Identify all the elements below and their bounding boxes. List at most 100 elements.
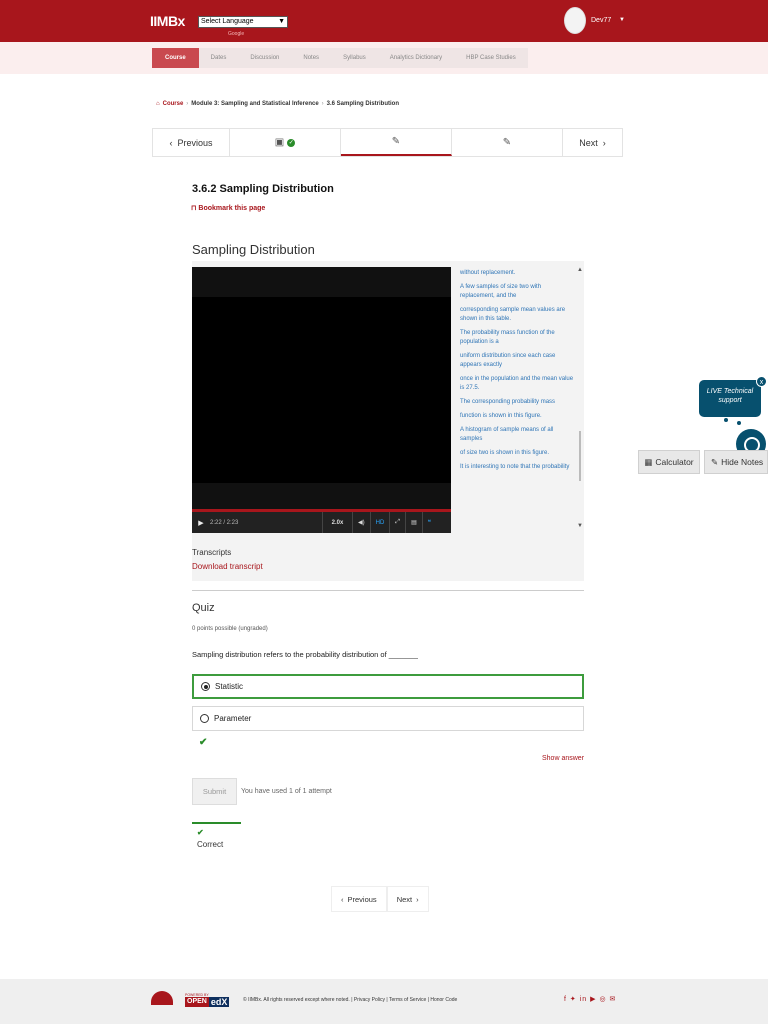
youtube-icon[interactable]: ▶ bbox=[590, 996, 596, 1003]
transcript-line[interactable]: of size two is shown in this figure. bbox=[456, 449, 576, 458]
tab-syllabus[interactable]: Syllabus bbox=[331, 48, 378, 68]
linkedin-icon[interactable]: in bbox=[580, 996, 587, 1003]
option-label: Statistic bbox=[215, 682, 244, 691]
course-nav-bar: Course Dates Discussion Notes Syllabus A… bbox=[0, 42, 768, 74]
chevron-right-icon: › bbox=[602, 137, 606, 148]
chevron-up-icon[interactable]: ▲ bbox=[577, 267, 583, 273]
calculator-label: Calculator bbox=[655, 457, 694, 467]
open-edx-mark: OPEN edX bbox=[185, 997, 230, 1007]
privacy-policy-link[interactable]: Privacy Policy bbox=[354, 997, 385, 1003]
section-divider bbox=[192, 590, 584, 591]
show-answer-link[interactable]: Show answer bbox=[542, 755, 584, 762]
user-menu-caret-icon[interactable]: ▼ bbox=[619, 17, 625, 23]
tab-dates[interactable]: Dates bbox=[199, 48, 239, 68]
speed-label: 2.0x bbox=[331, 519, 344, 526]
transcript-toggle-icon[interactable]: ❝ bbox=[421, 512, 436, 533]
sequence-unit-problem[interactable]: ✎ bbox=[452, 129, 563, 156]
transcript-list[interactable]: without replacement. A few samples of si… bbox=[456, 261, 576, 533]
quiz-option-parameter[interactable]: Parameter bbox=[192, 706, 584, 731]
tab-analytics-dictionary[interactable]: Analytics Dictionary bbox=[378, 48, 454, 68]
radio-selected[interactable] bbox=[201, 682, 210, 691]
user-avatar[interactable] bbox=[564, 7, 586, 34]
social-links: f ✦ in ▶ ◎ ✉ bbox=[564, 995, 616, 1003]
transcript-line[interactable]: It is interesting to note that the proba… bbox=[456, 463, 576, 472]
submit-button[interactable]: Submit bbox=[192, 778, 237, 805]
bookmark-link[interactable]: ⊓ Bookmark this page bbox=[191, 204, 265, 212]
video-player[interactable]: ▶ 2:22 / 2:23 2.0x ◀) HD ⤢ ▤ ❝ bbox=[192, 267, 451, 533]
sequence-unit-problem-active[interactable]: ✎ bbox=[341, 129, 452, 156]
terms-link[interactable]: Terms of Service bbox=[389, 997, 426, 1003]
correct-check-icon: ✔ bbox=[197, 828, 204, 837]
breadcrumb-separator: › bbox=[321, 101, 324, 107]
home-icon[interactable]: ⌂ bbox=[156, 101, 160, 107]
status-bar bbox=[192, 822, 241, 824]
sequence-unit-video[interactable]: ▣ ✓ bbox=[230, 129, 341, 156]
sequence-previous-button[interactable]: ‹ Previous bbox=[153, 129, 230, 156]
completed-check-icon: ✓ bbox=[287, 138, 296, 147]
pencil-icon: ✎ bbox=[711, 456, 719, 467]
transcript-line[interactable]: A histogram of sample means of all sampl… bbox=[456, 426, 576, 444]
username[interactable]: Dev77 bbox=[591, 17, 611, 24]
transcript-line[interactable]: The probability mass function of the pop… bbox=[456, 329, 576, 347]
instagram-icon[interactable]: ◎ bbox=[599, 996, 606, 1003]
tab-course[interactable]: Course bbox=[152, 48, 199, 68]
breadcrumb-course[interactable]: Course bbox=[163, 101, 184, 107]
email-icon[interactable]: ✉ bbox=[610, 996, 617, 1003]
transcript-line[interactable]: The corresponding probability mass bbox=[456, 398, 576, 407]
volume-icon[interactable]: ◀) bbox=[352, 512, 370, 533]
bottom-previous-label: Previous bbox=[347, 894, 377, 904]
play-icon[interactable]: ▶ bbox=[192, 519, 210, 527]
course-tabs: Course Dates Discussion Notes Syllabus A… bbox=[152, 48, 528, 68]
edit-icon: ✎ bbox=[391, 136, 401, 147]
language-select-value: Select Language bbox=[201, 18, 254, 25]
attempts-text: You have used 1 of 1 attempt bbox=[241, 788, 332, 795]
facebook-icon[interactable]: f bbox=[564, 996, 567, 1003]
quiz-question: Sampling distribution refers to the prob… bbox=[192, 650, 418, 659]
sequence-next-button[interactable]: Next › bbox=[563, 129, 622, 156]
live-support-bubble[interactable]: LIVE Technical support bbox=[699, 380, 761, 417]
transcript-line[interactable]: without replacement. bbox=[456, 269, 576, 278]
twitter-icon[interactable]: ✦ bbox=[570, 996, 577, 1003]
captions-icon[interactable]: ▤ bbox=[405, 512, 422, 533]
video-controls: ▶ 2:22 / 2:23 2.0x ◀) HD ⤢ ▤ ❝ bbox=[192, 512, 451, 533]
iimb-footer-logo[interactable] bbox=[151, 991, 173, 1011]
quiz-option-statistic[interactable]: Statistic bbox=[192, 674, 584, 699]
transcript-line[interactable]: function is shown in this figure. bbox=[456, 412, 576, 421]
transcript-line[interactable]: corresponding sample mean values are sho… bbox=[456, 306, 576, 324]
tab-notes[interactable]: Notes bbox=[291, 48, 331, 68]
fullscreen-icon[interactable]: ⤢ bbox=[389, 512, 405, 533]
honor-code-link[interactable]: Honor Code bbox=[430, 997, 457, 1003]
footer-legal: © IIMBx. All rights reserved except wher… bbox=[243, 997, 458, 1003]
iimbx-logo[interactable]: IIMBx bbox=[150, 13, 185, 29]
edit-icon: ✎ bbox=[502, 137, 512, 148]
transcript-line[interactable]: uniform distribution since each case app… bbox=[456, 352, 576, 370]
breadcrumb: ⌂ Course › Module 3: Sampling and Statis… bbox=[156, 101, 399, 107]
quiz-points: 0 points possible (ungraded) bbox=[192, 626, 268, 632]
transcript-scrollbar[interactable] bbox=[579, 431, 581, 481]
open-label: OPEN bbox=[185, 997, 209, 1007]
close-icon[interactable]: x bbox=[756, 376, 767, 387]
google-translate-tag: Google bbox=[228, 31, 245, 37]
language-select[interactable]: Select Language ▼ bbox=[198, 16, 288, 28]
transcript-line[interactable]: A few samples of size two with replaceme… bbox=[456, 283, 576, 301]
bottom-nav: ‹ Previous Next › bbox=[331, 886, 429, 912]
bubble-dot bbox=[724, 418, 728, 422]
download-transcript-link[interactable]: Download transcript bbox=[192, 562, 263, 571]
hd-button[interactable]: HD bbox=[369, 512, 390, 533]
hide-notes-button[interactable]: ✎ Hide Notes bbox=[704, 450, 768, 474]
breadcrumb-module[interactable]: Module 3: Sampling and Statistical Infer… bbox=[191, 101, 318, 107]
bottom-next-button[interactable]: Next › bbox=[386, 886, 429, 912]
option-label: Parameter bbox=[214, 714, 252, 723]
radio-unselected[interactable] bbox=[200, 714, 209, 723]
calculator-button[interactable]: ▦ Calculator bbox=[638, 450, 700, 474]
bottom-previous-button[interactable]: ‹ Previous bbox=[331, 886, 387, 912]
video-panel: ▶ 2:22 / 2:23 2.0x ◀) HD ⤢ ▤ ❝ without r… bbox=[192, 261, 584, 581]
tab-discussion[interactable]: Discussion bbox=[238, 48, 291, 68]
tab-hbp-case-studies[interactable]: HBP Case Studies bbox=[454, 48, 528, 68]
sequence-previous-label: Previous bbox=[177, 137, 213, 148]
chevron-down-icon[interactable]: ▼ bbox=[577, 523, 583, 529]
transcript-line[interactable]: once in the population and the mean valu… bbox=[456, 375, 576, 393]
chevron-left-icon: ‹ bbox=[341, 894, 344, 904]
open-edx-logo[interactable]: POWERED BY OPEN edX bbox=[185, 993, 230, 1011]
speed-button[interactable]: 2.0x bbox=[322, 512, 352, 533]
